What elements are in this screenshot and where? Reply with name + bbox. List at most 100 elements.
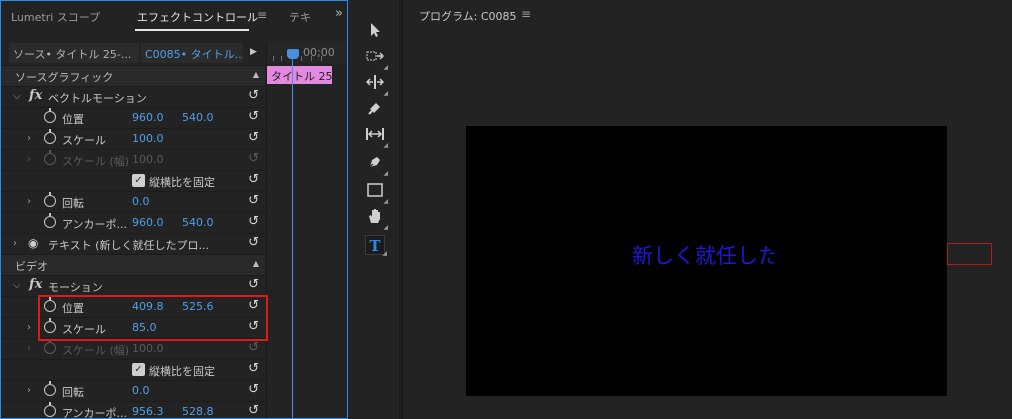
twirl-closed-icon: › — [27, 343, 31, 354]
reset-icon[interactable]: ↺ — [248, 361, 259, 376]
collapse-icon[interactable]: ▲ — [253, 70, 259, 79]
anchor-y-value[interactable]: 528.8 — [182, 405, 214, 418]
property-label: アンカーポ... — [62, 218, 128, 231]
reset-icon[interactable]: ↺ — [248, 193, 259, 208]
twirl-closed-icon[interactable]: › — [27, 196, 31, 207]
scale-width-value: 100.0 — [132, 153, 164, 166]
program-monitor: プログラム: C0085 ≡ 新しく就任したプロ — [401, 0, 1012, 419]
stopwatch-icon[interactable] — [44, 129, 56, 144]
reset-icon[interactable]: ↺ — [248, 214, 259, 229]
rotation-value[interactable]: 0.0 — [132, 384, 150, 397]
vector-motion-row[interactable]: ⌵ fx ベクトルモーション ↺ — [1, 86, 265, 107]
reset-icon[interactable]: ↺ — [248, 277, 259, 292]
tool-group-indicator: ◢ — [382, 250, 387, 257]
reset-icon[interactable]: ↺ — [248, 88, 259, 103]
collapse-icon[interactable]: ▲ — [253, 259, 259, 268]
timeline-ruler[interactable]: 00;00 — [267, 43, 347, 63]
tool-group-indicator: ◢ — [383, 64, 388, 71]
anchor-y-value[interactable]: 540.0 — [182, 216, 214, 229]
anchor-x-value[interactable]: 956.3 — [132, 405, 164, 418]
playhead-handle[interactable] — [287, 49, 299, 59]
track-select-tool-icon[interactable]: ◢ — [365, 48, 388, 71]
motion-anchor-row: アンカーポ... 956.3 528.8 ↺ — [1, 401, 265, 418]
effect-label: モーション — [48, 281, 103, 294]
twirl-closed-icon[interactable]: › — [27, 133, 31, 144]
reset-icon: ↺ — [248, 151, 259, 166]
checkbox-label: 縦横比を固定 — [149, 176, 215, 189]
visibility-eye-icon[interactable]: ◉ — [28, 236, 38, 250]
scale-value[interactable]: 100.0 — [132, 132, 164, 145]
reset-icon[interactable]: ↺ — [248, 403, 259, 418]
vm-scale-row: › スケール 100.0 ↺ — [1, 128, 265, 149]
tab-effect-controls[interactable]: エフェクトコントロール — [137, 9, 258, 25]
twirl-open-icon[interactable]: ⌵ — [13, 280, 21, 291]
twirl-closed-icon: › — [27, 154, 31, 165]
stopwatch-icon[interactable] — [44, 381, 56, 396]
tool-group-indicator: ◢ — [383, 142, 388, 149]
show-timeline-icon[interactable]: ▶ — [250, 47, 257, 57]
reset-icon[interactable]: ↺ — [248, 235, 259, 250]
pen-tool-icon[interactable]: ◢ — [365, 154, 388, 177]
twirl-open-icon[interactable]: ⌵ — [13, 91, 21, 102]
effect-timeline[interactable]: 00;00 タイトル 25 — [266, 43, 347, 418]
section-label: ビデオ — [15, 260, 48, 273]
property-label: 位置 — [62, 113, 84, 126]
reset-icon[interactable]: ↺ — [248, 172, 259, 187]
stopwatch-icon[interactable] — [44, 213, 56, 228]
reset-icon: ↺ — [248, 340, 259, 355]
slip-tool-icon[interactable]: ◢ — [365, 126, 388, 149]
twirl-closed-icon[interactable]: › — [13, 238, 17, 249]
timeline-clip[interactable]: タイトル 25 — [267, 66, 332, 84]
motion-uniform-scale-row: ✓ 縦横比を固定 ↺ — [1, 359, 265, 380]
fx-icon[interactable]: fx — [29, 277, 42, 292]
reset-icon[interactable]: ↺ — [248, 130, 259, 145]
source-clip-dropdown[interactable]: ソース• タイトル 25-... — [9, 43, 139, 63]
panel-menu-icon[interactable]: ≡ — [521, 7, 531, 21]
position-x-value[interactable]: 960.0 — [132, 111, 164, 124]
stopwatch-icon[interactable] — [44, 108, 56, 123]
overlay-title-text[interactable]: 新しく就任したプロ — [632, 240, 774, 270]
anchor-x-value[interactable]: 960.0 — [132, 216, 164, 229]
twirl-closed-icon[interactable]: › — [27, 322, 31, 333]
uniform-scale-checkbox[interactable]: ✓ — [132, 363, 145, 376]
tab-lumetri-scopes[interactable]: Lumetri スコープ — [11, 9, 100, 25]
program-monitor-title[interactable]: プログラム: C0085 — [419, 8, 517, 24]
motion-row[interactable]: ⌵ fx モーション ↺ — [1, 275, 265, 296]
tool-group-indicator: ◢ — [383, 170, 388, 177]
property-label: スケール (幅) — [62, 344, 130, 357]
video-header[interactable]: ビデオ ▲ — [1, 254, 265, 275]
text-bounding-box[interactable] — [947, 243, 992, 265]
ruler-tick — [301, 56, 302, 61]
position-y-value[interactable]: 540.0 — [182, 111, 214, 124]
twirl-closed-icon[interactable]: › — [27, 385, 31, 396]
sequence-clip-link[interactable]: C0085• タイトル... — [141, 43, 243, 63]
stopwatch-icon[interactable] — [44, 402, 56, 417]
timeline-timecode: 00;00 — [303, 46, 335, 59]
ruler-tick — [273, 56, 274, 61]
reset-icon[interactable]: ↺ — [248, 382, 259, 397]
reset-icon[interactable]: ↺ — [248, 109, 259, 124]
property-label: スケール (幅) — [62, 155, 130, 168]
overflow-tabs-icon[interactable]: » — [335, 6, 343, 21]
panel-menu-icon[interactable]: ≡ — [257, 8, 267, 22]
vm-rotation-row: › 回転 0.0 ↺ — [1, 191, 265, 212]
effect-label: ベクトルモーション — [48, 92, 147, 105]
tool-group-indicator: ◢ — [383, 198, 388, 205]
tab-text[interactable]: テキ — [289, 9, 311, 25]
red-highlight-box — [38, 295, 268, 341]
type-tool-icon[interactable]: T ◢ — [365, 235, 387, 257]
text-layer-row[interactable]: › ◉ テキスト (新しく就任したプロ... ↺ — [1, 233, 265, 254]
rectangle-tool-icon[interactable]: ◢ — [365, 182, 388, 205]
ripple-edit-tool-icon[interactable]: ◢ — [365, 74, 388, 97]
rotation-value[interactable]: 0.0 — [132, 195, 150, 208]
stopwatch-icon[interactable] — [44, 192, 56, 207]
fx-icon[interactable]: fx — [29, 88, 42, 103]
hand-tool-icon[interactable]: ◢ — [365, 208, 388, 231]
uniform-scale-checkbox[interactable]: ✓ — [132, 174, 145, 187]
motion-rotation-row: › 回転 0.0 ↺ — [1, 380, 265, 401]
video-frame[interactable]: 新しく就任したプロ — [466, 126, 947, 396]
property-label: スケール — [62, 134, 106, 147]
razor-tool-icon[interactable] — [365, 100, 385, 120]
source-graphic-header[interactable]: ソースグラフィック ▲ — [1, 65, 265, 86]
selection-tool-icon[interactable] — [365, 22, 385, 42]
